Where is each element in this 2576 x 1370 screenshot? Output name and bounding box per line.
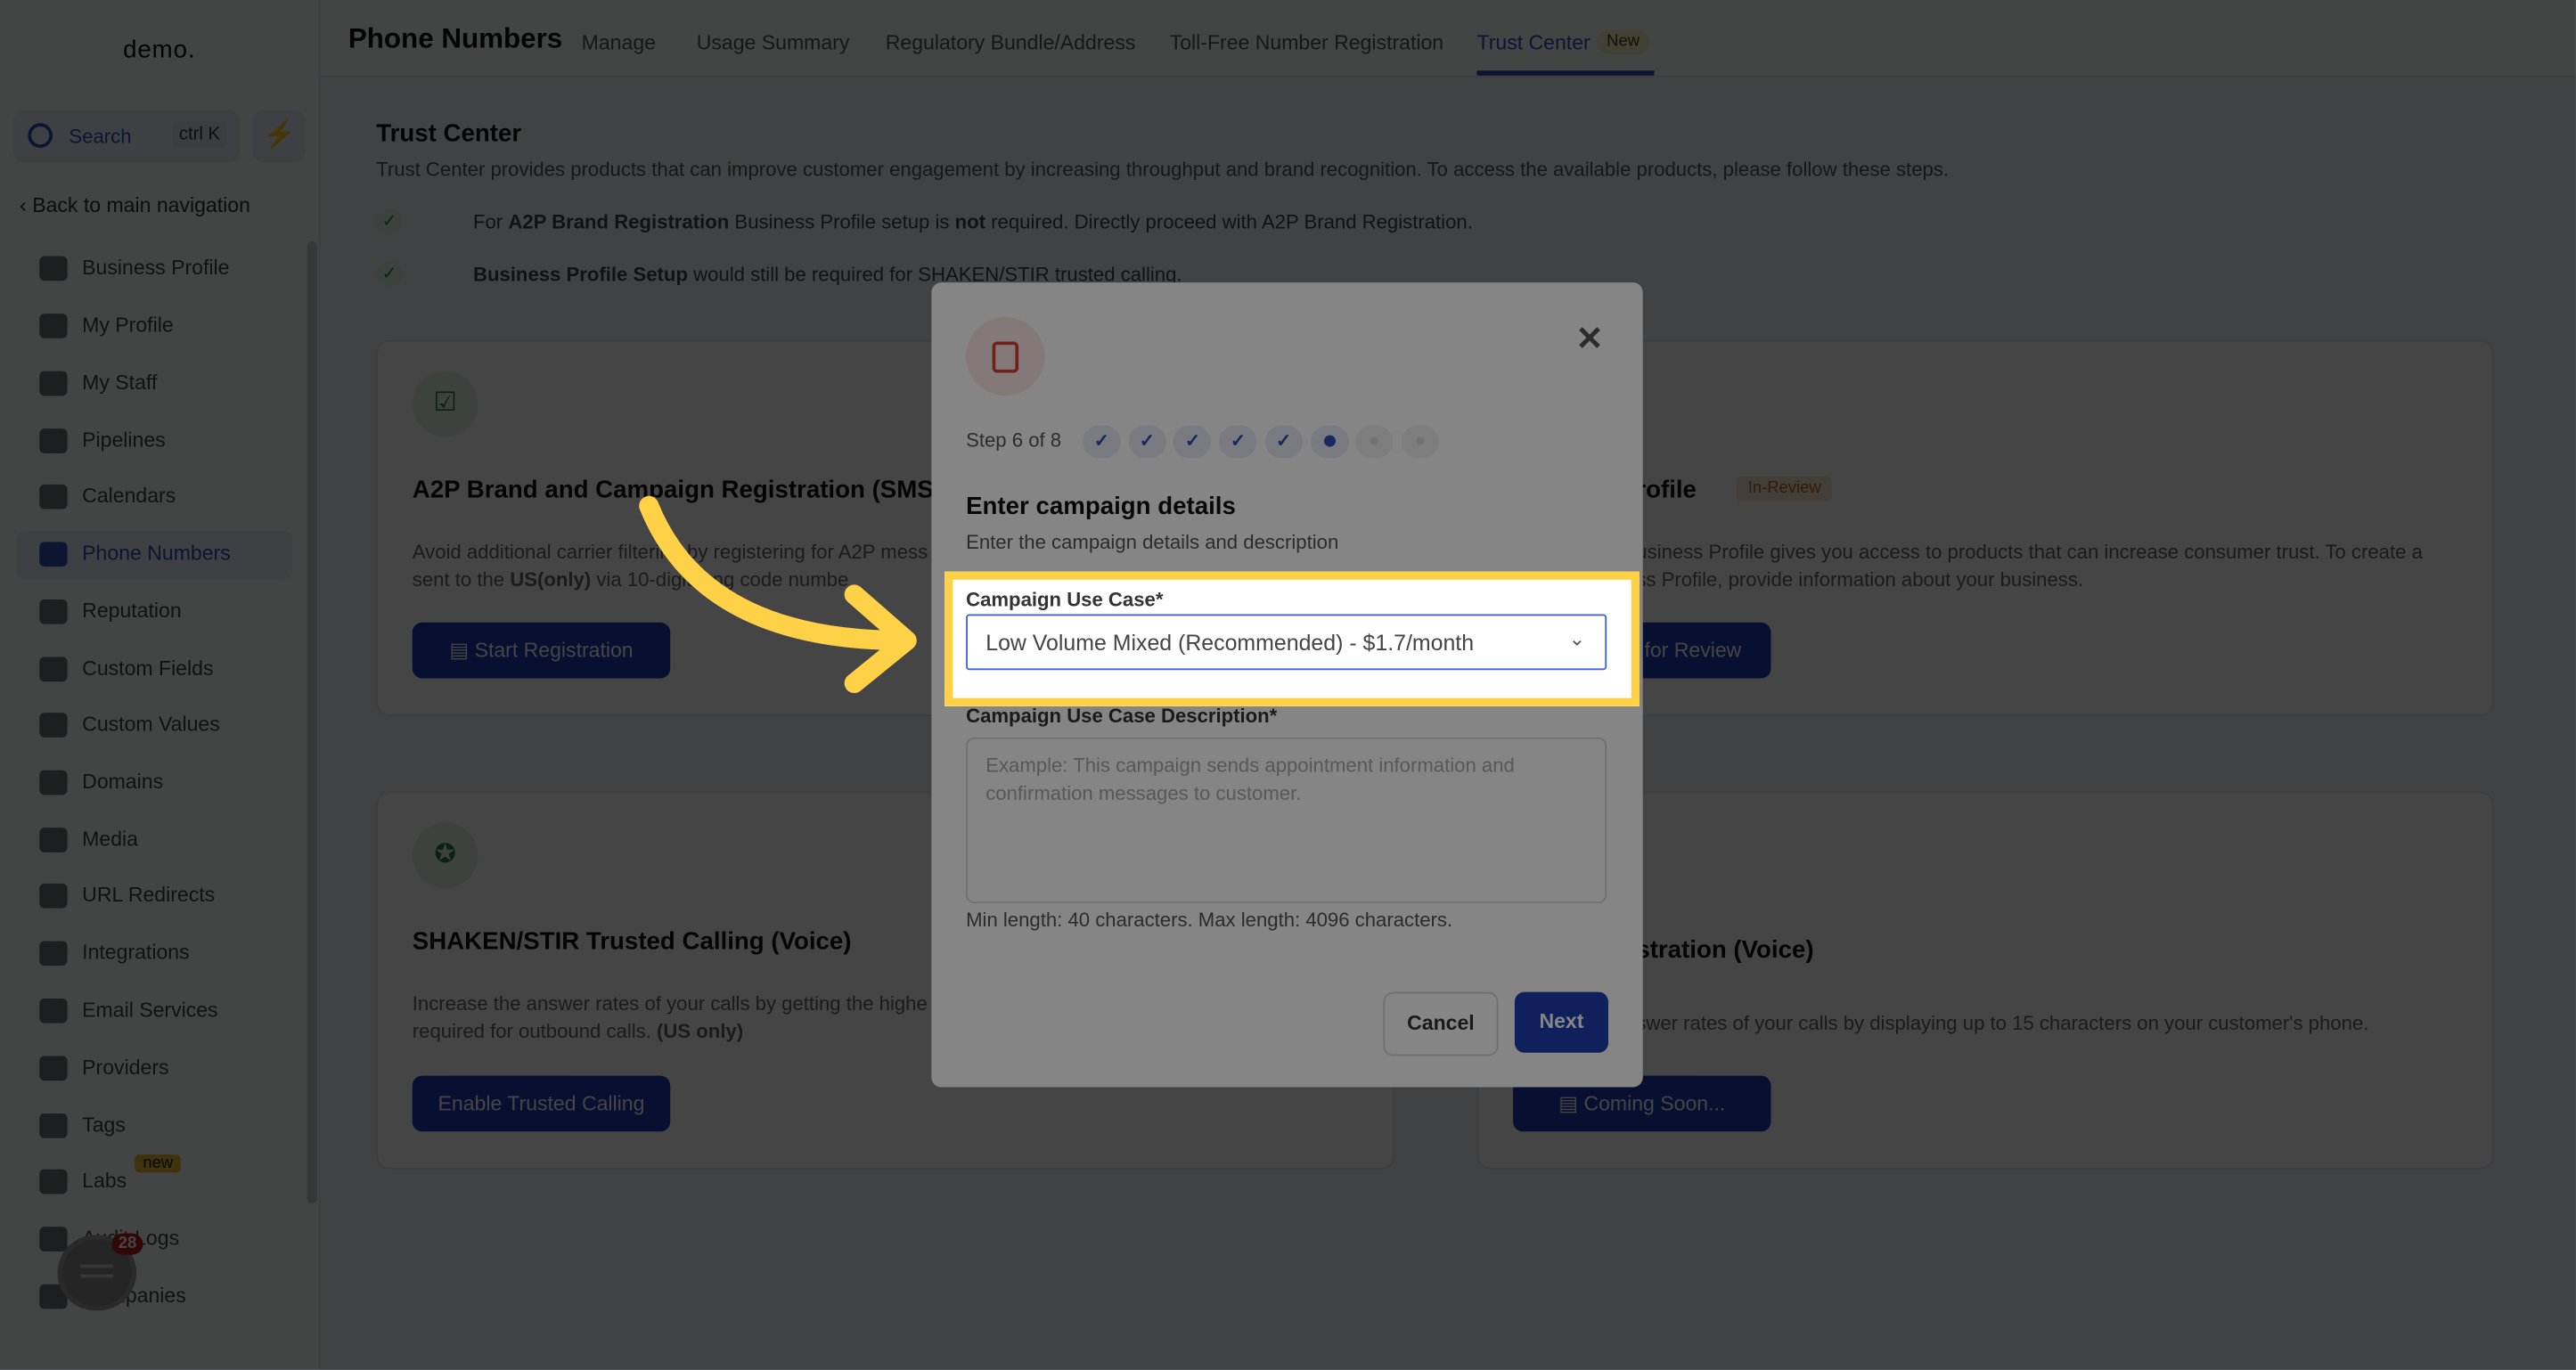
step-complete-check-icon: ✓ bbox=[1082, 425, 1121, 459]
document-icon bbox=[966, 316, 1045, 396]
step-pending-dot bbox=[1355, 425, 1394, 459]
annotation-arrow-icon bbox=[639, 495, 917, 694]
modal-heading: Enter campaign details bbox=[966, 493, 1236, 521]
close-icon[interactable]: ✕ bbox=[1576, 319, 1604, 360]
step-complete-check-icon: ✓ bbox=[1174, 425, 1212, 459]
step-complete-check-icon: ✓ bbox=[1219, 425, 1257, 459]
modal-subheading: Enter the campaign details and descripti… bbox=[966, 530, 1339, 554]
step-complete-check-icon: ✓ bbox=[1128, 425, 1166, 459]
use-case-description-textarea[interactable]: Example: This campaign sends appointment… bbox=[966, 737, 1607, 904]
step-indicator-text: Step 6 of 8 bbox=[966, 428, 1062, 453]
description-label: Campaign Use Case Description* bbox=[966, 704, 1278, 728]
next-button[interactable]: Next bbox=[1514, 991, 1608, 1053]
step-pending-dot bbox=[1401, 425, 1439, 459]
cancel-button[interactable]: Cancel bbox=[1383, 991, 1499, 1056]
highlight-box bbox=[945, 571, 1640, 706]
step-current-dot bbox=[1310, 425, 1348, 459]
length-hint: Min length: 40 characters. Max length: 4… bbox=[966, 908, 1453, 932]
step-complete-check-icon: ✓ bbox=[1264, 425, 1303, 459]
